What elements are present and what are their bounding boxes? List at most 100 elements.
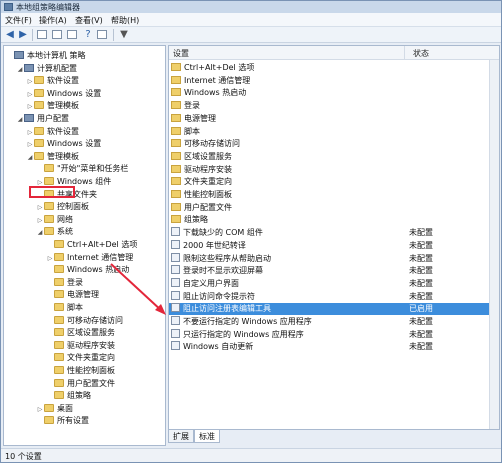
tree-item[interactable]: 驱动程序安装: [46, 340, 115, 352]
policy-row[interactable]: 限制这些程序从帮助启动 未配置: [169, 252, 489, 265]
tree-item-label: 所有设置: [57, 416, 89, 426]
policy-row[interactable]: 2000 年世纪转译 未配置: [169, 239, 489, 252]
tree-item[interactable]: Windows 热启动: [46, 264, 129, 276]
menu-action[interactable]: 操作(A): [39, 15, 67, 26]
category-row[interactable]: 区域设置服务: [169, 151, 489, 163]
tree-item[interactable]: 本地计算机 策略: [6, 50, 86, 62]
tree-item[interactable]: ◢ 系统: [36, 226, 73, 238]
tree-item[interactable]: ▷ 管理模板: [26, 100, 79, 112]
vertical-scrollbar[interactable]: [489, 60, 499, 429]
tree-item[interactable]: 组策略: [46, 390, 91, 402]
tree-item[interactable]: 电源管理: [46, 289, 99, 301]
folder-icon: [54, 328, 64, 337]
expander-arrow-icon[interactable]: ▷: [26, 89, 34, 101]
column-setting[interactable]: 设置: [173, 48, 189, 59]
policy-row[interactable]: 只运行指定的 Windows 应用程序 未配置: [169, 328, 489, 341]
tree-item[interactable]: ▷ 控制面板: [36, 201, 89, 213]
policy-row[interactable]: 下载缺少的 COM 组件 未配置: [169, 227, 489, 239]
category-row[interactable]: 文件夹重定向: [169, 176, 489, 188]
menu-view[interactable]: 查看(V): [75, 15, 103, 26]
folder-icon: [44, 227, 54, 236]
show-hide-tree-icon[interactable]: [37, 30, 47, 39]
tree-item[interactable]: ▷ 软件设置: [26, 126, 79, 138]
tab-extended[interactable]: 扩展: [168, 430, 194, 443]
category-row[interactable]: 组策略: [169, 214, 489, 226]
row-name-text: 限制这些程序从帮助启动: [183, 253, 271, 263]
computer-icon: [14, 51, 24, 59]
row-name: 用户配置文件: [171, 202, 232, 214]
tree-item-label: 软件设置: [47, 76, 79, 86]
tree-item[interactable]: Ctrl+Alt+Del 选项: [46, 239, 137, 251]
expander-arrow-icon[interactable]: ▷: [36, 215, 44, 227]
row-name: 登录时不显示欢迎屏幕: [171, 265, 263, 277]
category-row[interactable]: 驱动程序安装: [169, 164, 489, 176]
row-status: 未配置: [409, 291, 433, 301]
menu-help[interactable]: 帮助(H): [111, 15, 139, 26]
tree-item[interactable]: 可移动存储访问: [46, 315, 123, 327]
category-row[interactable]: Internet 通信管理: [169, 75, 489, 87]
tree-item[interactable]: 性能控制面板: [46, 365, 115, 377]
tree-item[interactable]: ▷ Internet 通信管理: [46, 252, 133, 264]
expander-arrow-icon[interactable]: ▷: [26, 139, 34, 151]
view-icon[interactable]: [97, 30, 107, 39]
filter-icon[interactable]: ▼: [118, 29, 130, 40]
category-row[interactable]: 可移动存储访问: [169, 138, 489, 150]
expander-arrow-icon[interactable]: ◢: [36, 227, 44, 239]
category-row[interactable]: Windows 热启动: [169, 87, 489, 99]
row-name-text: Windows 热启动: [184, 88, 247, 98]
tree-item[interactable]: 区域设置服务: [46, 327, 115, 339]
expander-arrow-icon[interactable]: ▷: [46, 253, 54, 265]
menu-file[interactable]: 文件(F): [5, 15, 32, 26]
tree-item[interactable]: 所有设置: [36, 415, 89, 427]
category-row[interactable]: 电源管理: [169, 113, 489, 125]
properties-icon[interactable]: [52, 30, 62, 39]
tree-item[interactable]: 脚本: [46, 302, 83, 314]
tree-item[interactable]: 登录: [46, 277, 83, 289]
policy-row[interactable]: 阻止访问注册表编辑工具 已启用: [169, 303, 489, 316]
expander-arrow-icon[interactable]: ◢: [26, 152, 34, 164]
tree-item-label: 桌面: [57, 403, 73, 413]
category-row[interactable]: Ctrl+Alt+Del 选项: [169, 62, 489, 74]
expander-arrow-icon[interactable]: ◢: [16, 64, 24, 76]
column-divider[interactable]: [404, 46, 405, 60]
category-row[interactable]: 性能控制面板: [169, 189, 489, 201]
row-status: 已启用: [409, 304, 433, 314]
tree-item[interactable]: 用户配置文件: [46, 378, 115, 390]
back-arrow-icon[interactable]: ◀: [4, 29, 16, 40]
tree-item[interactable]: ▷ 网络: [36, 214, 73, 226]
category-row[interactable]: 用户配置文件: [169, 202, 489, 214]
expander-arrow-icon[interactable]: ▷: [26, 127, 34, 139]
tree-item[interactable]: ◢ 计算机配置: [16, 63, 77, 75]
tree-item[interactable]: 文件夹重定向: [46, 352, 115, 364]
policy-icon: [171, 316, 180, 325]
tree-item-label: Windows 设置: [47, 139, 102, 149]
tree-item[interactable]: ▷ 软件设置: [26, 75, 79, 87]
tree-item[interactable]: ◢ 管理模板: [26, 151, 79, 163]
policy-row[interactable]: 阻止访问命令提示符 未配置: [169, 290, 489, 303]
tree-item[interactable]: ▷ 桌面: [36, 403, 73, 415]
policy-row[interactable]: Windows 自动更新 未配置: [169, 341, 489, 353]
export-list-icon[interactable]: [67, 30, 77, 39]
tab-standard[interactable]: 标准: [194, 430, 220, 443]
tree-item[interactable]: ▷ Windows 设置: [26, 138, 101, 150]
expander-arrow-icon[interactable]: ◢: [16, 114, 24, 126]
policy-row[interactable]: 自定义用户界面 未配置: [169, 277, 489, 290]
column-status[interactable]: 状态: [413, 48, 429, 59]
expander-arrow-icon[interactable]: ▷: [26, 76, 34, 88]
expander-arrow-icon[interactable]: ▷: [36, 404, 44, 416]
forward-arrow-icon[interactable]: ▶: [17, 29, 29, 40]
help-icon[interactable]: ?: [82, 29, 94, 40]
row-name: 不要运行指定的 Windows 应用程序: [171, 316, 312, 328]
row-name: Ctrl+Alt+Del 选项: [171, 62, 254, 74]
expander-arrow-icon[interactable]: ▷: [26, 101, 34, 113]
policy-row[interactable]: 登录时不显示欢迎屏幕 未配置: [169, 265, 489, 277]
policy-row[interactable]: 不要运行指定的 Windows 应用程序 未配置: [169, 316, 489, 328]
expander-arrow-icon[interactable]: ▷: [36, 202, 44, 214]
category-row[interactable]: 登录: [169, 100, 489, 112]
row-name: 阻止访问命令提示符: [171, 290, 255, 303]
settings-pane: 设置 状态 Ctrl+Alt+Del 选项 Internet 通信管理 Window…: [168, 45, 500, 430]
tree-item[interactable]: ◢ 用户配置: [16, 113, 69, 125]
category-row[interactable]: 脚本: [169, 126, 489, 138]
tree-item[interactable]: "开始"菜单和任务栏: [36, 163, 128, 175]
tree-item[interactable]: ▷ Windows 设置: [26, 88, 101, 100]
